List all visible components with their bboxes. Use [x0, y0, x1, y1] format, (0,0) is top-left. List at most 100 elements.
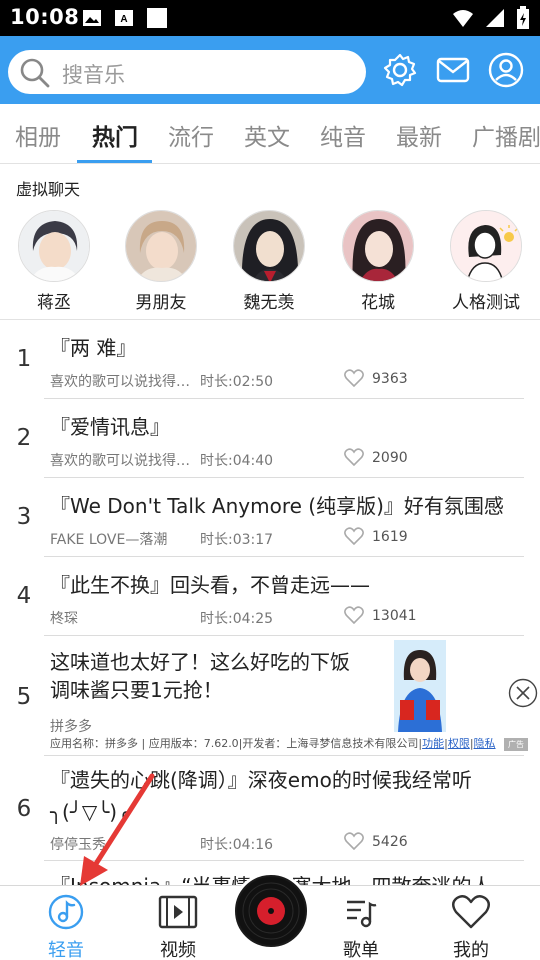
character-jiang-cheng[interactable]: 蒋丞: [17, 210, 91, 313]
ad-permission-link[interactable]: 权限: [448, 737, 470, 750]
virtual-chat-characters: 蒋丞 男朋友 魏无羡 花城 人格测试: [0, 210, 540, 314]
ad-privacy-link[interactable]: 隐私: [474, 737, 496, 750]
song-row[interactable]: 4 『此生不换』回头看，不曾走远—— 柊琛 时长:04:25 13041: [0, 557, 540, 636]
battery-icon: [517, 6, 529, 29]
song-description: 喜欢的歌可以说找得…: [50, 453, 190, 469]
heart-outline-icon: [452, 895, 490, 929]
avatar: [125, 210, 197, 282]
song-title: 『两 难』: [50, 336, 137, 360]
nav-label: 轻音: [48, 940, 84, 960]
status-bar: 10:08 A: [0, 0, 540, 36]
ad-brand: 拼多多: [50, 719, 92, 735]
like-count: 1619: [372, 529, 408, 545]
heart-icon[interactable]: [344, 606, 364, 624]
ad-text[interactable]: 这味道也太好了！这么好吃的下饭调味酱只要1元抢！: [50, 648, 350, 704]
ad-function-link[interactable]: 功能: [422, 737, 444, 750]
ad-label-badge: 广告: [504, 738, 528, 751]
character-name: 男朋友: [135, 293, 187, 313]
tab-pure-music[interactable]: 纯音: [320, 118, 366, 152]
video-film-icon: [158, 895, 198, 929]
song-row[interactable]: 6 『遗失的心跳(降调）』深夜emo的时候我经常听 ╮(╯▽╰)╭ 停停玉秀 时…: [0, 756, 540, 861]
song-title: 『爱情讯息』: [50, 415, 170, 439]
nav-playlist[interactable]: 歌单: [326, 894, 396, 960]
song-description: 停停玉秀: [50, 837, 106, 853]
tab-popular[interactable]: 流行: [168, 118, 214, 152]
song-description: 柊琛: [50, 611, 78, 627]
song-rank: 4: [16, 583, 32, 609]
nav-label: 视频: [160, 940, 196, 960]
vinyl-record-icon: [237, 877, 305, 945]
character-wei-wuxian[interactable]: 魏无羡: [232, 210, 306, 313]
song-row[interactable]: 3 『We Don't Talk Anymore (纯享版)』好有氛围感 FAK…: [0, 478, 540, 557]
avatar: [233, 210, 305, 282]
app-notification-icon: A: [115, 10, 133, 26]
signal-icon: [486, 9, 504, 27]
ad-app-info: 应用名称：拼多多 | 应用版本：7.62.0|开发者：上海寻梦信息技术有限公司|…: [50, 737, 496, 750]
character-name: 花城: [361, 293, 395, 313]
character-boyfriend[interactable]: 男朋友: [124, 210, 198, 313]
playlist-icon: [347, 900, 377, 928]
tab-hot[interactable]: 热门: [92, 118, 138, 152]
character-hua-cheng[interactable]: 花城: [341, 210, 415, 313]
heart-icon[interactable]: [344, 448, 364, 466]
ad-row[interactable]: 5 这味道也太好了！这么好吃的下饭调味酱只要1元抢！ 拼多多 应用名称：拼多多 …: [0, 636, 540, 756]
song-title: 『We Don't Talk Anymore (纯享版)』好有氛围感: [50, 494, 504, 518]
now-playing-disc[interactable]: [232, 872, 310, 950]
song-rank: 2: [16, 425, 32, 451]
song-row[interactable]: 2 『爱情讯息』 喜欢的歌可以说找得… 时长:04:40 2090: [0, 399, 540, 478]
song-row[interactable]: 1 『两 难』 喜欢的歌可以说找得… 时长:02:50 9363: [0, 320, 540, 399]
tab-album[interactable]: 相册: [15, 118, 61, 152]
nav-label: 歌单: [343, 940, 379, 960]
song-description: FAKE LOVE—落潮: [50, 532, 168, 548]
heart-icon[interactable]: [344, 369, 364, 387]
image-notification-icon: [83, 10, 101, 26]
tab-latest[interactable]: 最新: [396, 118, 442, 152]
nav-label: 我的: [453, 940, 489, 960]
song-rank: 3: [16, 504, 32, 530]
song-rank: 6: [16, 796, 32, 822]
user-profile-icon[interactable]: [488, 52, 524, 88]
song-duration: 时长:04:40: [200, 453, 274, 469]
nav-video[interactable]: 视频: [143, 894, 213, 960]
square-notification-icon: [147, 8, 167, 28]
tab-radio-drama[interactable]: 广播剧: [472, 118, 540, 152]
close-ad-icon[interactable]: [508, 678, 538, 708]
song-description: 喜欢的歌可以说找得…: [50, 374, 190, 390]
song-title: 『此生不换』回头看，不曾走远——: [50, 573, 370, 597]
heart-icon[interactable]: [344, 527, 364, 545]
song-duration: 时长:04:16: [200, 837, 274, 853]
song-title: 『遗失的心跳(降调）』深夜emo的时候我经常听 ╮(╯▽╰)╭: [50, 768, 472, 824]
wifi-icon: [453, 10, 473, 27]
character-personality-test[interactable]: 人格测试: [449, 210, 523, 313]
nav-light-music[interactable]: 轻音: [31, 894, 101, 960]
like-count: 13041: [372, 608, 417, 624]
nav-mine[interactable]: 我的: [436, 894, 506, 960]
avatar: [450, 210, 522, 282]
svg-text:A: A: [120, 14, 127, 25]
heart-icon[interactable]: [344, 832, 364, 850]
search-bar[interactable]: 搜音乐: [8, 50, 366, 94]
ad-app-info-text: 应用名称：拼多多 | 应用版本：7.62.0|开发者：上海寻梦信息技术有限公司|: [50, 737, 423, 750]
virtual-chat-title: 虚拟聊天: [16, 180, 81, 199]
character-name: 人格测试: [452, 293, 520, 313]
avatar: [342, 210, 414, 282]
top-header: 搜音乐: [0, 36, 540, 104]
ad-image[interactable]: [394, 640, 446, 732]
character-name: 蒋丞: [37, 293, 71, 313]
song-rank: 5: [16, 684, 32, 710]
search-icon: [20, 58, 50, 88]
category-tabs: 相册 热门 流行 英文 纯音 最新 广播剧: [0, 104, 540, 164]
character-name: 魏无羡: [243, 293, 295, 313]
like-count: 5426: [372, 834, 408, 850]
settings-gear-icon[interactable]: [382, 52, 418, 88]
song-duration: 时长:03:17: [200, 532, 274, 548]
search-placeholder[interactable]: 搜音乐: [62, 59, 125, 89]
like-count: 2090: [372, 450, 408, 466]
song-duration: 时长:04:25: [200, 611, 274, 627]
tab-english[interactable]: 英文: [244, 118, 290, 152]
active-tab-indicator: [77, 160, 152, 163]
bottom-navigation: 轻音 视频 歌单 我的: [0, 872, 540, 960]
mail-icon[interactable]: [436, 52, 470, 88]
music-note-icon: [48, 894, 84, 930]
avatar: [18, 210, 90, 282]
